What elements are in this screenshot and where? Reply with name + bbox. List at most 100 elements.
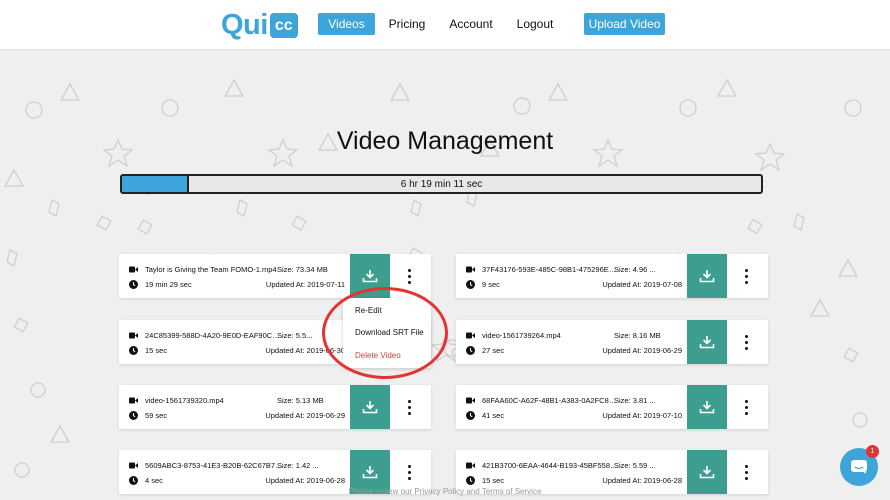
nav-logout-link[interactable]: Logout — [514, 13, 556, 35]
usage-progress-bar: 6 hr 19 min 11 sec — [120, 174, 763, 194]
video-duration: 27 sec — [482, 345, 505, 355]
more-options-button[interactable] — [399, 264, 419, 288]
video-duration: 4 sec — [145, 475, 163, 485]
more-dot — [407, 464, 411, 468]
video-updated-at: Updated At: 2019-07-11 — [265, 279, 345, 289]
more-dot — [744, 405, 748, 409]
page-title: Video Management — [336, 127, 554, 155]
download-icon — [362, 270, 378, 283]
upload-video-button[interactable]: Upload Video — [584, 13, 665, 35]
video-updated-at: Updated At: 2019-07-10 — [602, 410, 682, 420]
download-icon — [699, 336, 715, 349]
video-card: 37F43176-593E-485C-98B1-475296E27365... … — [456, 254, 768, 298]
more-dot — [744, 470, 748, 474]
video-camera-icon — [466, 396, 475, 405]
more-options-button[interactable] — [736, 330, 756, 354]
clock-icon — [466, 279, 475, 289]
video-file-name[interactable]: 24C85399-588D-4A20-9E0D-EAF90C3A35... — [145, 331, 283, 340]
more-options-button[interactable] — [399, 460, 419, 484]
top-navigation-bar: Qui cc Videos Pricing Account Logout Upl… — [0, 0, 890, 50]
video-camera-icon — [466, 265, 475, 274]
video-size: Size: 5.59 ... — [614, 460, 656, 470]
clock-icon — [466, 410, 475, 420]
more-dot — [744, 464, 748, 468]
video-camera-icon — [466, 331, 475, 340]
download-icon — [699, 270, 715, 283]
more-dot — [744, 340, 748, 344]
video-camera-icon — [129, 265, 138, 274]
video-duration: 41 sec — [482, 410, 505, 420]
video-card: video-1561739320.mp4 59 sec Size: 5.13 M… — [119, 385, 431, 429]
clock-icon — [129, 345, 138, 355]
logo-badge: cc — [269, 12, 298, 38]
download-button[interactable] — [350, 254, 390, 298]
download-button[interactable] — [350, 385, 390, 429]
footer-text[interactable]: Please review our Privacy Policy and Ter… — [0, 487, 890, 496]
clock-icon — [129, 410, 138, 420]
video-camera-icon — [129, 396, 138, 405]
more-dot — [407, 280, 411, 284]
video-updated-at: Updated At: 2019-06-29 — [602, 345, 682, 355]
download-button[interactable] — [687, 254, 727, 298]
time-remaining-label: 6 hr 19 min 11 sec — [400, 178, 483, 190]
more-dot — [407, 476, 411, 480]
more-dot — [407, 411, 411, 415]
video-duration: 15 sec — [482, 475, 505, 485]
more-dot — [407, 405, 411, 409]
more-options-button[interactable] — [736, 264, 756, 288]
video-file-name[interactable]: 37F43176-593E-485C-98B1-475296E27365... — [482, 265, 620, 274]
quicc-logo[interactable]: Qui cc — [221, 9, 298, 41]
video-updated-at: Updated At: 2019-07-08 — [602, 279, 682, 289]
more-options-button[interactable] — [736, 460, 756, 484]
menu-item-download-srt[interactable]: Download SRT File — [355, 328, 424, 337]
video-file-name[interactable]: Taylor is Giving the Team FOMO-1.mp4 — [145, 265, 283, 274]
nav-account-link[interactable]: Account — [446, 13, 496, 35]
nav-pricing-link[interactable]: Pricing — [386, 13, 428, 35]
more-dot — [744, 268, 748, 272]
video-camera-icon — [129, 461, 138, 470]
more-options-button[interactable] — [736, 395, 756, 419]
video-updated-at: Updated At: 2019-06-28 — [265, 475, 345, 485]
clock-icon — [129, 279, 138, 289]
video-duration: 9 sec — [482, 279, 500, 289]
download-button[interactable] — [687, 320, 727, 364]
video-file-name[interactable]: video-1561739264.mp4 — [482, 331, 620, 340]
more-dot — [744, 280, 748, 284]
menu-item-re-edit[interactable]: Re-Edit — [355, 306, 382, 315]
video-camera-icon — [129, 331, 138, 340]
download-icon — [362, 466, 378, 479]
video-size: Size: 3.81 ... — [614, 395, 656, 405]
video-size: Size: 1.42 ... — [277, 460, 319, 470]
video-file-name[interactable]: video-1561739320.mp4 — [145, 396, 283, 405]
more-dot — [744, 399, 748, 403]
video-file-name[interactable]: 421B3700-6EAA-4644-B193-45BF5581F471... — [482, 461, 620, 470]
video-updated-at: Updated At: 2019-06-30 — [265, 345, 345, 355]
chat-launcher-button[interactable]: 1 — [840, 445, 879, 486]
more-dot — [744, 411, 748, 415]
video-card: 68FAA60C-A62F-48B1-A383-0A2FC8255A... 41… — [456, 385, 768, 429]
more-dot — [407, 399, 411, 403]
more-dot — [407, 274, 411, 278]
download-button[interactable] — [687, 385, 727, 429]
nav-videos-button[interactable]: Videos — [318, 13, 375, 35]
clock-icon — [466, 345, 475, 355]
video-duration: 59 sec — [145, 410, 168, 420]
clock-icon — [129, 475, 138, 485]
video-updated-at: Updated At: 2019-06-28 — [602, 475, 682, 485]
video-size: Size: 73.34 MB — [277, 264, 328, 274]
clock-icon — [466, 475, 475, 485]
menu-item-delete-video[interactable]: Delete Video — [355, 351, 401, 360]
more-dot — [407, 268, 411, 272]
download-icon — [362, 401, 378, 414]
video-file-name[interactable]: 68FAA60C-A62F-48B1-A383-0A2FC8255A... — [482, 396, 620, 405]
video-size: Size: 4.96 ... — [614, 264, 656, 274]
video-duration: 19 min 29 sec — [145, 279, 192, 289]
video-options-menu: Re-Edit Download SRT File Delete Video — [343, 298, 431, 368]
video-file-name[interactable]: 5609ABC3-8753-41E3-B20B-62C67B7631B... — [145, 461, 283, 470]
video-camera-icon — [466, 461, 475, 470]
video-size: Size: 8.16 MB — [614, 330, 661, 340]
chat-unread-badge: 1 — [866, 445, 879, 458]
more-options-button[interactable] — [399, 395, 419, 419]
video-size: Size: 5.13 MB — [277, 395, 324, 405]
more-dot — [744, 334, 748, 338]
